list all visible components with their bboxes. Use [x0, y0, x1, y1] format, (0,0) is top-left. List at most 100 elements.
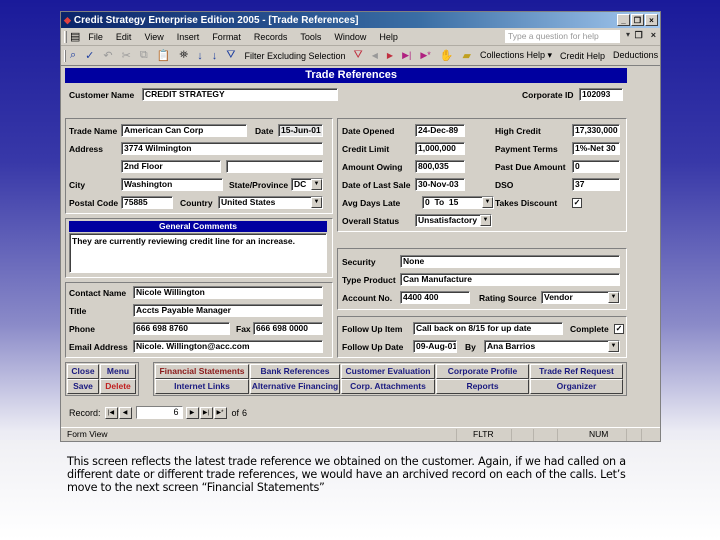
filter-excluding-selection-button[interactable]: Filter Excluding Selection [244, 51, 345, 61]
alternative-financing-button[interactable]: Alternative Financing [250, 379, 340, 394]
new-record-icon[interactable]: ▶* [420, 50, 430, 61]
high-credit-field[interactable]: 17,330,000 [572, 124, 620, 137]
doc-restore-button[interactable]: ❐ [635, 30, 643, 41]
bank-references-button[interactable]: Bank References [250, 364, 340, 379]
organizer-button[interactable]: Organizer [530, 379, 623, 394]
chevron-down-icon[interactable]: ▼ [608, 292, 619, 303]
city-field[interactable]: Washington [121, 178, 223, 191]
dso-field[interactable]: 37 [572, 178, 620, 191]
deductions-help-menu[interactable]: Deductions Help ▾ [613, 50, 660, 61]
overall-status-select[interactable]: Unsatisfactory ▼ [415, 214, 492, 227]
chevron-down-icon[interactable]: ▼ [608, 341, 619, 352]
reports-button[interactable]: Reports [436, 379, 529, 394]
chevron-down-icon[interactable]: ▼ [480, 215, 491, 226]
spelling-icon[interactable]: ✓ [85, 49, 94, 62]
menu-insert[interactable]: Insert [177, 32, 200, 42]
corporate-id-field[interactable]: 102093 [579, 88, 623, 101]
credit-help-button[interactable]: Credit Help [560, 51, 605, 61]
contact-name-field[interactable]: Nicole Willington [133, 286, 323, 299]
doc-close-button[interactable]: × [651, 30, 656, 41]
security-field[interactable]: None [400, 255, 620, 268]
corporate-profile-button[interactable]: Corporate Profile [436, 364, 529, 379]
copy-icon[interactable]: ⧉ [140, 49, 148, 62]
email-field[interactable]: Nicole. Willington@acc.com [133, 340, 323, 353]
sort-ascending-icon[interactable]: ↓ [197, 50, 203, 62]
menu-edit[interactable]: Edit [116, 32, 132, 42]
help-dropdown-icon[interactable]: ▾ [626, 30, 630, 39]
find-icon[interactable]: ⛯ [179, 49, 188, 62]
credit-limit-field[interactable]: 1,000,000 [415, 142, 465, 155]
title-field[interactable]: Accts Payable Manager [133, 304, 323, 317]
menu-file[interactable]: File [88, 32, 103, 42]
phone-field[interactable]: 666 698 8760 [133, 322, 230, 335]
menu-records[interactable]: Records [254, 32, 288, 42]
rating-source-select[interactable]: Vendor ▼ [541, 291, 620, 304]
financial-statements-button[interactable]: Financial Statements [155, 364, 249, 379]
help-search-input[interactable]: Type a question for help [505, 30, 620, 43]
past-due-field[interactable]: 0 [572, 160, 620, 173]
chevron-down-icon[interactable]: ▼ [311, 179, 322, 190]
undo-icon[interactable]: ↶ [103, 49, 112, 62]
postal-code-field[interactable]: 75885 [121, 196, 173, 209]
search-icon[interactable]: ⌕ [70, 49, 76, 62]
close-window-button[interactable]: × [645, 14, 658, 26]
customer-name-field[interactable]: CREDIT STRATEGY [142, 88, 338, 101]
vertical-scrollbar[interactable] [645, 68, 659, 431]
last-sale-field[interactable]: 30-Nov-03 [415, 178, 465, 191]
type-product-field[interactable]: Can Manufacture [400, 273, 620, 286]
menu-button[interactable]: Menu [100, 364, 136, 379]
payment-terms-field[interactable]: 1%-Net 30 [572, 142, 620, 155]
address-line1-field[interactable]: 3774 Wilmington [121, 142, 323, 155]
filter-icon[interactable]: ⛛ [226, 49, 235, 62]
sort-descending-icon[interactable]: ↓ [212, 50, 218, 62]
trade-name-field[interactable]: American Can Corp [121, 124, 247, 137]
new-record-button[interactable]: ▶* [213, 406, 227, 419]
avg-days-late-select[interactable]: 0 To 15 ▼ [422, 196, 494, 209]
delete-button[interactable]: Delete [100, 379, 136, 394]
first-record-button[interactable]: |◀ [104, 406, 118, 419]
paste-icon[interactable]: 📋 [157, 49, 171, 62]
date-opened-field[interactable]: 24-Dec-89 [415, 124, 465, 137]
corp-attachments-button[interactable]: Corp. Attachments [341, 379, 435, 394]
toolbar-grip[interactable] [64, 49, 66, 62]
state-select[interactable]: DC ▼ [291, 178, 323, 191]
record-number-input[interactable]: 6 [135, 406, 183, 419]
close-button[interactable]: Close [67, 364, 99, 379]
next-record-icon[interactable]: ▶ [387, 51, 393, 60]
previous-record-icon[interactable]: ◀ [372, 51, 378, 60]
follow-up-date-field[interactable]: 09-Aug-01 [413, 340, 457, 353]
chevron-down-icon[interactable]: ▼ [482, 197, 493, 208]
folder-icon[interactable]: ▰ [462, 49, 470, 62]
menu-format[interactable]: Format [212, 32, 241, 42]
minimize-button[interactable]: _ [617, 14, 630, 26]
general-comments-textarea[interactable]: They are currently reviewing credit line… [69, 233, 327, 273]
remove-filter-icon[interactable]: ⛛ [354, 49, 363, 62]
amount-owing-field[interactable]: 800,035 [415, 160, 465, 173]
menubar-grip[interactable] [64, 30, 67, 43]
trade-date-field[interactable]: 15-Jun-01 [278, 124, 323, 137]
takes-discount-checkbox[interactable]: ✓ [572, 198, 582, 208]
prev-record-button[interactable]: ◀ [118, 406, 132, 419]
restore-button[interactable]: ❐ [631, 14, 644, 26]
fax-field[interactable]: 666 698 0000 [253, 322, 323, 335]
internet-links-button[interactable]: Internet Links [155, 379, 249, 394]
address-line3-field[interactable] [226, 160, 323, 173]
menu-window[interactable]: Window [334, 32, 366, 42]
save-button[interactable]: Save [67, 379, 99, 394]
form-view-icon[interactable]: ▤ [70, 30, 80, 43]
chevron-down-icon[interactable]: ▼ [311, 197, 322, 208]
last-record-button[interactable]: ▶| [199, 406, 213, 419]
menu-view[interactable]: View [144, 32, 163, 42]
menu-tools[interactable]: Tools [300, 32, 321, 42]
cut-icon[interactable]: ✂ [122, 49, 131, 62]
follow-up-item-field[interactable]: Call back on 8/15 for up date [413, 322, 563, 335]
customer-evaluation-button[interactable]: Customer Evaluation [341, 364, 435, 379]
menu-help[interactable]: Help [379, 32, 398, 42]
last-record-icon[interactable]: ▶| [402, 50, 411, 61]
complete-checkbox[interactable]: ✓ [614, 324, 624, 334]
hand-icon[interactable]: ✋ [440, 49, 454, 62]
address-line2-field[interactable]: 2nd Floor [121, 160, 221, 173]
next-record-button[interactable]: ▶ [185, 406, 199, 419]
trade-ref-request-button[interactable]: Trade Ref Request [530, 364, 623, 379]
collections-help-menu[interactable]: Collections Help ▾ [480, 50, 552, 61]
